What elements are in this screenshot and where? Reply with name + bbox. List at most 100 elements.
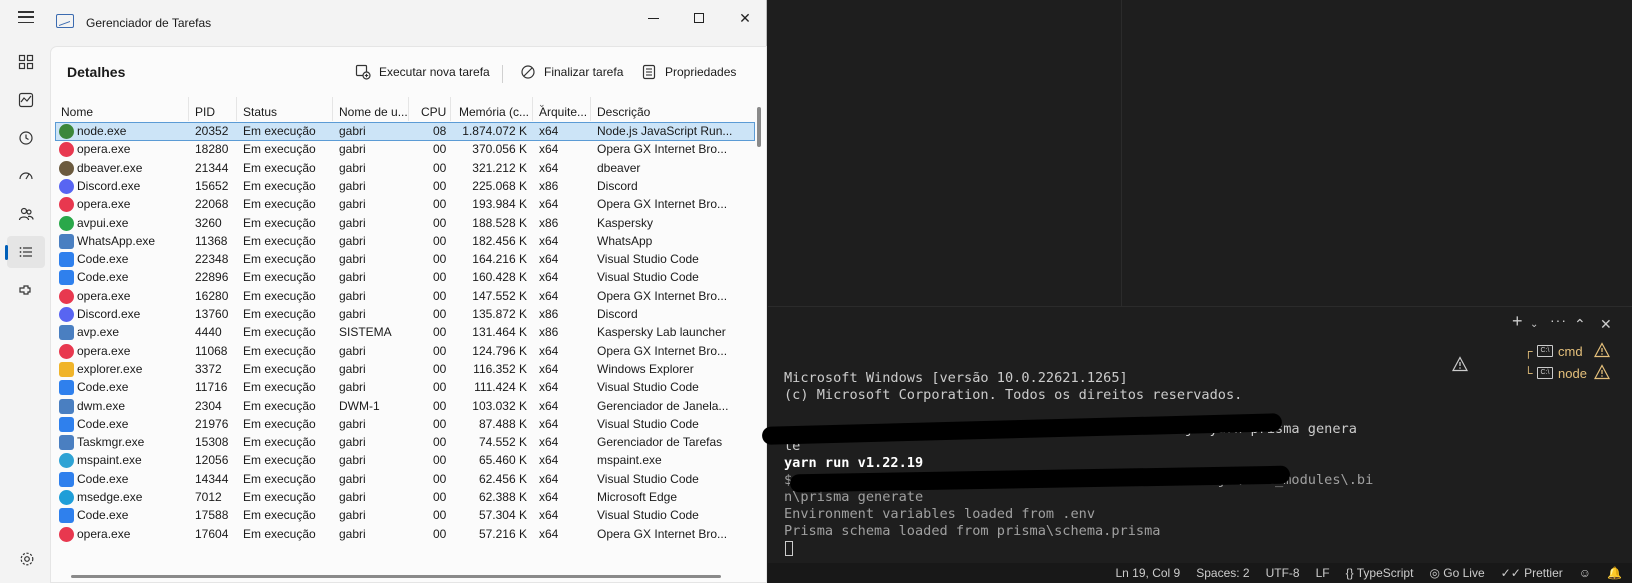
cell-description: Visual Studio Code	[597, 416, 699, 431]
table-row[interactable]: Code.exe 11716 Em execução gabri 00 111.424 K…	[55, 378, 755, 397]
line-ending[interactable]: LF	[1316, 566, 1330, 580]
nav-processes[interactable]	[7, 46, 45, 78]
nav-performance[interactable]	[7, 84, 45, 116]
warning-icon	[1594, 342, 1610, 358]
cell-description: Discord	[597, 307, 638, 321]
cell-user: gabri	[339, 361, 366, 376]
table-row[interactable]: Code.exe 22348 Em execução gabri 00 164.216 K…	[55, 250, 755, 269]
terminal-tab-node[interactable]: └ C:\ node	[1524, 363, 1610, 383]
nav-details[interactable]	[5, 236, 45, 268]
terminal-line: Microsoft Windows [versão 10.0.22621.126…	[784, 370, 1128, 386]
table-row[interactable]: Code.exe 21976 Em execução gabri 00 87.488 K x…	[55, 415, 755, 434]
terminal-dropdown-chevron-icon[interactable]: ⌄	[1530, 319, 1538, 330]
nav-app-history[interactable]	[7, 122, 45, 154]
table-row[interactable]: dwm.exe 2304 Em execução DWM-1 00 103.032 K x6…	[55, 397, 755, 416]
column-header-pid[interactable]: PID	[189, 97, 237, 121]
hamburger-menu-icon[interactable]	[14, 8, 38, 26]
table-row[interactable]: Discord.exe 15652 Em execução gabri 00 225.06…	[55, 177, 755, 196]
maximize-panel-icon[interactable]: ⌃	[1574, 316, 1586, 333]
cell-name: Code.exe	[77, 270, 129, 285]
cell-pid: 21976	[195, 416, 229, 431]
warning-icon	[1452, 356, 1468, 372]
run-new-task-button[interactable]: Executar nova tarefa	[347, 57, 498, 87]
close-panel-icon[interactable]: ✕	[1600, 316, 1612, 333]
table-row[interactable]: opera.exe 16280 Em execução gabri 00 147.552 …	[55, 287, 755, 306]
nav-users[interactable]	[7, 198, 45, 230]
cell-architecture: x64	[539, 490, 559, 504]
cell-memory: 225.068 K	[472, 178, 527, 193]
more-actions-icon[interactable]: ···	[1550, 312, 1567, 328]
table-row[interactable]: avp.exe 4440 Em execução SISTEMA 00 131.464 K…	[55, 323, 755, 342]
table-row[interactable]: opera.exe 11068 Em execução gabri 00 124.796 …	[55, 342, 755, 361]
horizontal-scrollbar[interactable]	[71, 575, 721, 578]
editor-split-divider	[1121, 0, 1122, 306]
go-live-button[interactable]: ◎ Go Live	[1429, 566, 1484, 580]
column-header-name[interactable]: Nome	[55, 97, 189, 121]
table-row[interactable]: Taskmgr.exe 15308 Em execução gabri 00 74.552…	[55, 433, 755, 452]
cell-name: msedge.exe	[77, 490, 143, 504]
prettier-button[interactable]: ✓✓ Prettier	[1501, 566, 1563, 580]
cell-status: Em execução	[243, 526, 316, 541]
new-terminal-plus-icon[interactable]: +	[1512, 311, 1523, 332]
table-row[interactable]: opera.exe 18280 Em execução gabri 00 370.056 …	[55, 140, 755, 159]
close-button[interactable]: ✕	[722, 4, 768, 32]
cell-user: gabri	[339, 435, 366, 450]
tree-connector-icon: ┌	[1524, 344, 1533, 358]
table-row[interactable]: Code.exe 22896 Em execução gabri 00 160.428 K…	[55, 268, 755, 287]
cell-status: Em execução	[243, 343, 316, 358]
column-header-status[interactable]: Status	[237, 97, 333, 121]
table-row[interactable]: msedge.exe 7012 Em execução gabri 00 62.388 K…	[55, 488, 755, 507]
cell-name: avp.exe	[77, 325, 120, 340]
nav-startup[interactable]	[7, 160, 45, 192]
column-header-description[interactable]: Descrição	[591, 97, 755, 121]
table-row[interactable]: opera.exe 17604 Em execução gabri 00 57.216 K…	[55, 525, 755, 544]
feedback-icon[interactable]: ☺	[1579, 566, 1591, 580]
cell-user: gabri	[339, 471, 366, 486]
cell-architecture: x86	[539, 215, 559, 230]
cell-memory: 124.796 K	[472, 343, 527, 358]
table-row[interactable]: Discord.exe 13760 Em execução gabri 00 135.87…	[55, 305, 755, 324]
encoding[interactable]: UTF-8	[1266, 566, 1300, 580]
cell-memory: 131.464 K	[472, 325, 527, 340]
cell-name: WhatsApp.exe	[77, 233, 156, 248]
cell-pid: 17604	[195, 526, 229, 541]
cell-name: Code.exe	[77, 416, 129, 431]
cell-memory: 57.304 K	[478, 508, 527, 523]
cell-description: Visual Studio Code	[597, 270, 699, 285]
terminal-tab-cmd[interactable]: ┌ C:\ cmd	[1524, 341, 1610, 361]
column-header-cpu[interactable]: CPU	[409, 97, 451, 121]
table-row[interactable]: node.exe 20352 Em execução gabri 08 1.874.072…	[55, 122, 755, 141]
language-mode[interactable]: {} TypeScript	[1346, 566, 1414, 580]
maximize-button[interactable]	[676, 4, 722, 32]
table-row[interactable]: WhatsApp.exe 11368 Em execução gabri 00 182.4…	[55, 232, 755, 251]
nav-services[interactable]	[7, 274, 45, 306]
cell-description: Microsoft Edge	[597, 490, 678, 504]
cell-description: Opera GX Internet Bro...	[597, 142, 728, 157]
table-row[interactable]: avpui.exe 3260 Em execução gabri 00 188.528 K…	[55, 214, 755, 233]
table-row[interactable]: opera.exe 22068 Em execução gabri 00 193.984 …	[55, 195, 755, 214]
settings-gear-icon[interactable]	[19, 551, 35, 567]
indentation[interactable]: Spaces: 2	[1196, 566, 1249, 580]
vertical-scrollbar[interactable]	[757, 107, 761, 147]
cell-description: WhatsApp	[597, 233, 653, 248]
language-label: TypeScript	[1356, 566, 1414, 580]
column-header-user[interactable]: Nome de u...	[333, 97, 409, 121]
cell-cpu: 00	[433, 252, 447, 267]
cell-cpu: 00	[433, 398, 447, 413]
properties-button[interactable]: Propriedades	[633, 57, 744, 87]
page-title: Detalhes	[67, 64, 126, 80]
minimize-button[interactable]	[630, 4, 676, 32]
column-header-memory[interactable]: Memória (c...	[451, 97, 533, 121]
column-header-architecture[interactable]: Arquite...	[533, 97, 591, 121]
table-row[interactable]: Code.exe 17588 Em execução gabri 00 57.304 K x…	[55, 506, 755, 525]
table-row[interactable]: explorer.exe 3372 Em execução gabri 00 116.35…	[55, 360, 755, 379]
table-row[interactable]: mspaint.exe 12056 Em execução gabri 00 65.460…	[55, 451, 755, 470]
cell-status: Em execução	[243, 435, 316, 450]
cell-cpu: 00	[433, 490, 447, 504]
notifications-bell-icon[interactable]: 🔔	[1607, 566, 1622, 580]
cell-status: Em execução	[243, 197, 316, 212]
cursor-position[interactable]: Ln 19, Col 9	[1116, 566, 1181, 580]
table-row[interactable]: dbeaver.exe 21344 Em execução gabri 00 321.21…	[55, 159, 755, 178]
end-task-button[interactable]: Finalizar tarefa	[512, 57, 631, 87]
table-row[interactable]: Code.exe 14344 Em execução gabri 00 62.456 K x…	[55, 470, 755, 489]
